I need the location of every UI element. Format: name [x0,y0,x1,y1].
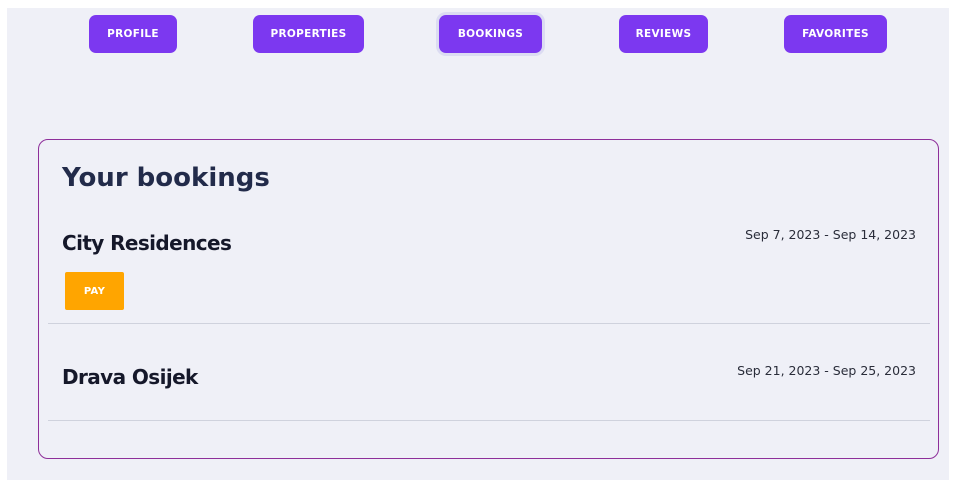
bookings-card: Your bookings City Residences Sep 7, 202… [38,139,939,459]
tab-profile[interactable]: PROFILE [89,15,177,53]
booking-property-name: Drava Osijek [62,365,198,389]
bookings-title: Your bookings [62,163,270,193]
booking-dates: Sep 7, 2023 - Sep 14, 2023 [745,227,916,242]
page-container: PROFILE PROPERTIES BOOKINGS REVIEWS FAVO… [7,8,949,480]
tab-bookings[interactable]: BOOKINGS [439,15,542,53]
account-nav-tabs: PROFILE PROPERTIES BOOKINGS REVIEWS FAVO… [7,15,949,53]
pay-button[interactable]: PAY [65,272,124,310]
tab-favorites[interactable]: FAVORITES [784,15,887,53]
tab-properties[interactable]: PROPERTIES [253,15,364,53]
booking-property-name: City Residences [62,231,232,255]
tab-reviews[interactable]: REVIEWS [619,15,708,53]
booking-item: City Residences Sep 7, 2023 - Sep 14, 20… [48,220,930,324]
booking-dates: Sep 21, 2023 - Sep 25, 2023 [737,363,916,378]
booking-item: Drava Osijek Sep 21, 2023 - Sep 25, 2023 [48,324,930,421]
